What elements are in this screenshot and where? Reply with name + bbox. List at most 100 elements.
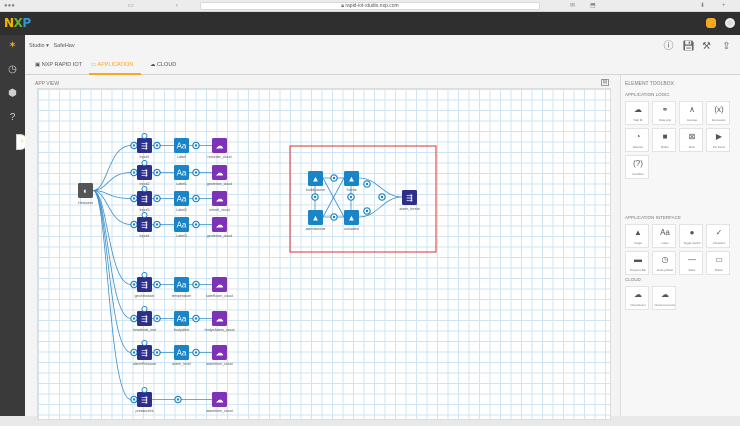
cloud-node-label: recorder_cloud: [208, 155, 232, 159]
share-icon[interactable]: ⬒: [590, 3, 596, 9]
port-dot-icon: [380, 195, 384, 199]
toolbox-item[interactable]: ▲ Image: [625, 224, 649, 248]
toolbox-item[interactable]: ◔ Detector: [625, 128, 649, 152]
notifications-icon[interactable]: [706, 18, 716, 28]
cloud-node-label: geofence_cloud: [207, 182, 232, 186]
cloud-node-label: alarmtime_cloud: [206, 362, 232, 366]
wrench-icon[interactable]: ⚒: [701, 41, 712, 52]
toolbox-item[interactable]: Aa Label: [652, 224, 676, 248]
pie-icon: ◔: [635, 132, 641, 141]
url-bar[interactable]: 🔒︎ rapid-iot-studio.nxp.com: [200, 2, 540, 10]
nxp-logo[interactable]: NXP: [4, 16, 31, 30]
label-node-label: alarm_level: [172, 362, 191, 366]
toolbox-item[interactable]: — Slider: [679, 251, 703, 275]
tab-cloud[interactable]: ☁ CLOUD: [150, 60, 176, 70]
input-port-icon[interactable]: [141, 186, 148, 192]
toolbox-item[interactable]: ⚭ Data Link: [652, 101, 676, 125]
download-icon[interactable]: ⬇: [700, 3, 705, 9]
canvas-settings-icon[interactable]: ▤: [601, 79, 609, 86]
cloud-node-label: inherit_cloud: [209, 208, 229, 212]
toolbox-item[interactable]: ◷ Analog Meter: [652, 251, 676, 275]
port-dot-icon: [194, 171, 198, 174]
input-node-5-glyph-icon: ⇶: [141, 315, 148, 324]
label-node-5-glyph-icon: Aa: [177, 315, 187, 324]
input-node-0-glyph-icon: ⇶: [141, 142, 148, 151]
input-node-label: heartbeat_inst: [133, 328, 156, 332]
cloud-node-label: bodyeAlarm_cloud: [205, 328, 235, 332]
toolbox-item[interactable]: ■ Buffer: [652, 128, 676, 152]
label-node-label: Label1: [176, 182, 187, 186]
group-node-1-glyph-icon: ▲: [348, 175, 356, 184]
input-node-label: Input3: [140, 208, 150, 212]
port-dot-icon: [194, 223, 198, 226]
cloud-node-1-glyph-icon: ☁: [216, 169, 224, 178]
toolbox-item[interactable]: ☁ Wait ID: [625, 101, 649, 125]
cloud-node-label: safeRoom_cloud: [206, 294, 233, 298]
condition-icon: (?): [633, 159, 643, 168]
slider-icon: —: [688, 255, 696, 264]
toggle-icon: ●: [689, 228, 695, 237]
input-port-icon[interactable]: [141, 272, 148, 278]
port-dot-icon: [365, 209, 369, 213]
nxp-star-icon[interactable]: ✶: [7, 40, 18, 51]
input-node-7-glyph-icon: ⇶: [141, 396, 148, 405]
upload-icon[interactable]: ⇪: [721, 41, 732, 52]
sidebar-toggle-icon[interactable]: ▭: [128, 3, 134, 9]
active-tab-indicator: [89, 73, 141, 75]
toolbox-item[interactable]: ☁ Cloud Connector: [652, 286, 676, 310]
back-icon[interactable]: ‹: [176, 3, 178, 9]
toolbox-item[interactable]: ▶ Per Event: [706, 128, 730, 152]
tab-application[interactable]: ▭ APPLICATION: [91, 60, 133, 70]
toolbox-item-label: Cloud Event: [630, 303, 646, 307]
flow-diagram[interactable]: ◐ Hexiwear ⇶ Input1 Aa Label ☁ recorder_cloud ⇶ I…: [38, 89, 612, 421]
input-port-icon[interactable]: [141, 160, 148, 166]
input-port-icon[interactable]: [141, 212, 148, 218]
port-dot-icon: [332, 176, 336, 180]
toolbox-item-label: Per Event: [712, 145, 726, 149]
toolbox-item-label: Checkbox: [712, 241, 726, 245]
breadcrumb: Studio ▾ SafeHav: [29, 43, 75, 49]
input-node-label: Input4: [140, 234, 150, 238]
app-view-canvas[interactable]: ◐ Hexiwear ⇶ Input1 Aa Label ☁ recorder_cloud ⇶ I…: [37, 88, 611, 420]
port-dot-icon: [194, 351, 198, 354]
dashboard-icon[interactable]: ◷: [7, 64, 18, 75]
input-node-label: alarmPressure: [133, 362, 156, 366]
new-tab-icon[interactable]: +: [722, 3, 726, 9]
user-avatar-icon[interactable]: [725, 18, 735, 28]
breadcrumb-studio[interactable]: Studio: [29, 43, 45, 49]
input-port-icon[interactable]: [141, 306, 148, 312]
toolbox-item[interactable]: ● Toggle Switch: [679, 224, 703, 248]
input-port-icon[interactable]: [141, 387, 148, 393]
toolbox-item[interactable]: ☁ Cloud Event: [625, 286, 649, 310]
toolbox-item[interactable]: ⊠ MAC: [679, 128, 703, 152]
toolbox-item[interactable]: (?) Condition: [625, 155, 649, 179]
toolbox-item[interactable]: ✓ Checkbox: [706, 224, 730, 248]
save-icon[interactable]: 💾︎: [682, 41, 695, 52]
label-node-1-glyph-icon: Aa: [177, 169, 187, 178]
input-port-icon[interactable]: [141, 133, 148, 139]
help-icon[interactable]: ?: [7, 112, 18, 123]
toolbox-item-label: MAC: [688, 145, 696, 149]
input-port-icon[interactable]: [141, 340, 148, 346]
toolbox-item[interactable]: (x) Expression: [706, 101, 730, 125]
traffic-lights-icon[interactable]: ●●●: [4, 3, 15, 9]
toolbox-item[interactable]: ∧ Average: [679, 101, 703, 125]
toolbox-item-label: Condition: [632, 172, 644, 176]
toolbox-item[interactable]: ▬ Progress Bar: [625, 251, 649, 275]
mail-icon[interactable]: ✉: [570, 3, 575, 9]
cube-icon: ■: [662, 132, 668, 141]
label-node-4-glyph-icon: Aa: [177, 281, 187, 290]
toolbox-item[interactable]: ▭ Button: [706, 251, 730, 275]
tab-nxp-rapid-iot[interactable]: ▣ NXP RAPID IOT: [35, 60, 82, 70]
input-node-2-glyph-icon: ⇶: [141, 195, 148, 204]
port-dot-icon: [155, 144, 159, 147]
link-icon: ⚭: [661, 105, 669, 114]
breadcrumb-project[interactable]: SafeHav: [54, 43, 75, 49]
port-dot-icon: [155, 197, 159, 200]
info-icon[interactable]: ⓘ: [663, 41, 674, 52]
port-dot-icon: [155, 283, 159, 286]
output-node-glyph-icon: ⇶: [406, 194, 413, 203]
toolbox-item-label: Label: [661, 241, 669, 245]
port-dot-icon: [132, 197, 136, 200]
box-icon[interactable]: ⬢: [7, 88, 18, 99]
